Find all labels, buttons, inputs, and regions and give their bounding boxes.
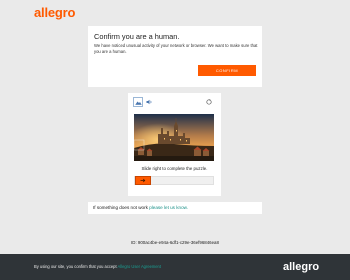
confirm-message: We have noticed unusual activity of your… <box>94 43 258 54</box>
confirm-title: Confirm you are a human. <box>94 32 180 41</box>
image-puzzle-icon <box>135 101 141 105</box>
help-box: If something does not work please let us… <box>88 202 262 214</box>
slider-handle[interactable] <box>135 176 151 185</box>
footer: By using our site, you confirm that you … <box>0 254 350 280</box>
confirm-button[interactable]: CONFIRM <box>198 65 256 76</box>
help-text: If something does not work <box>93 205 150 210</box>
puzzle-hint: Slide right to complete the puzzle. <box>141 166 208 171</box>
consent-text: By using our site, you confirm that you … <box>34 264 174 269</box>
refresh-button[interactable] <box>204 97 214 107</box>
footer-logo: allegro <box>283 261 320 273</box>
tab-image-puzzle[interactable] <box>133 97 143 107</box>
slider-track[interactable] <box>134 176 214 185</box>
arrow-right-icon <box>140 178 146 183</box>
allegro-logo[interactable]: allegro <box>34 5 75 20</box>
user-agreement-link[interactable]: Allegro User Agreement <box>118 264 161 269</box>
captcha-widget: Slide right to complete the puzzle. <box>128 93 221 196</box>
puzzle-image <box>134 114 214 161</box>
tab-audio[interactable] <box>144 97 154 107</box>
request-id: ID: 900ac4be-e94a-6df1-c29e-36ef96846ea8 <box>131 240 219 245</box>
audio-icon <box>146 99 151 105</box>
help-link[interactable]: please let us know. <box>149 205 188 210</box>
refresh-icon <box>206 99 212 105</box>
consent-prefix: By using our site, you confirm that you … <box>34 264 118 269</box>
confirm-card: Confirm you are a human. We have noticed… <box>88 26 262 87</box>
